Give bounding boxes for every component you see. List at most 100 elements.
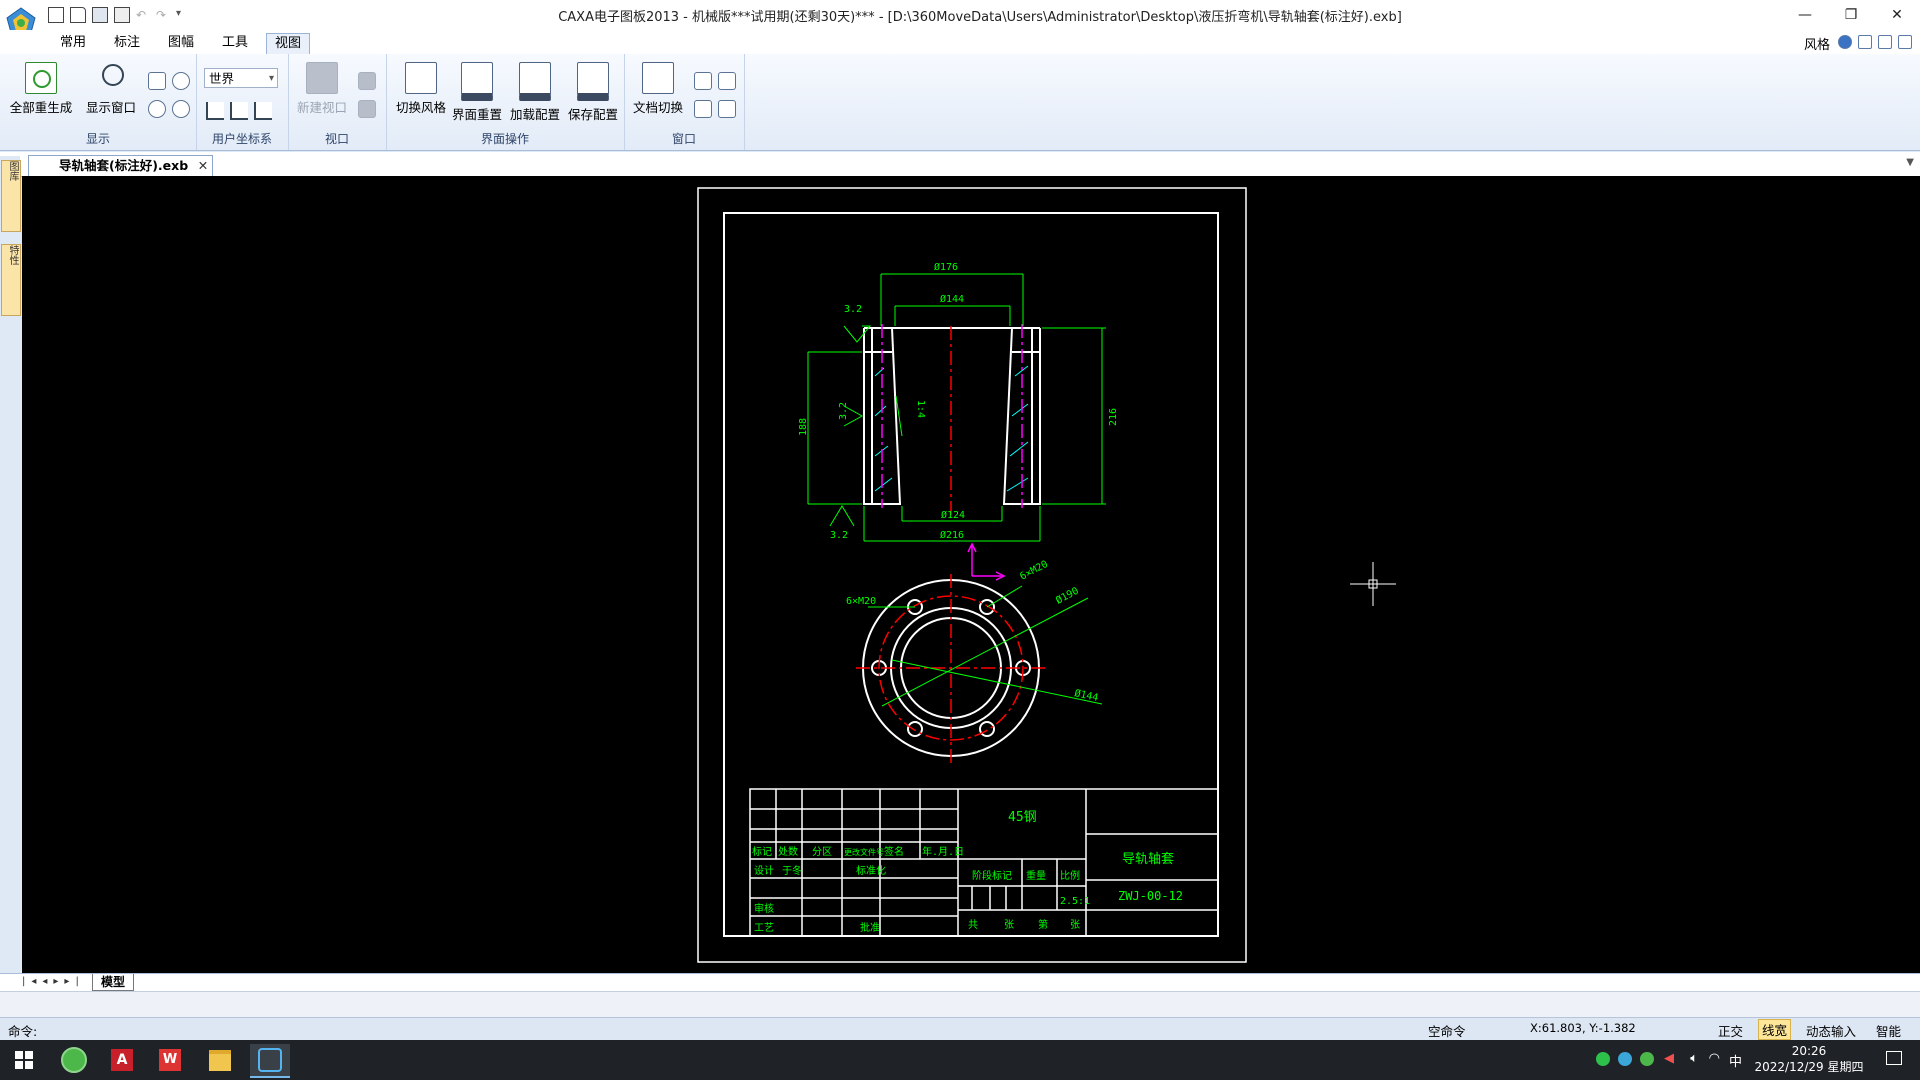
dim-hole-left: 6×M20 <box>846 596 876 607</box>
ucs-select[interactable]: 世界 <box>204 68 278 89</box>
no-command-status: 空命令 <box>1428 1024 1466 1039</box>
file-explorer-icon[interactable] <box>200 1044 240 1076</box>
tab-tools[interactable]: 工具 <box>214 33 256 53</box>
qq-icon[interactable] <box>1618 1052 1632 1066</box>
tb-part-name: 导轨轴套 <box>1122 851 1174 867</box>
ime-indicator[interactable]: 中 <box>1729 1051 1742 1070</box>
windows-start-icon[interactable] <box>4 1044 44 1076</box>
tb-craft: 工艺 <box>754 922 774 934</box>
viewport-group: 新建视口 视口 <box>288 54 387 150</box>
dim-pcd: Ø190 <box>1054 585 1081 607</box>
caxa-taskbar-icon[interactable] <box>250 1044 290 1078</box>
dim-d216: Ø216 <box>940 529 964 541</box>
tab-view[interactable]: 视图 <box>266 33 311 54</box>
tb-review: 审核 <box>754 902 774 915</box>
ucs-manage-icon[interactable] <box>230 102 248 120</box>
viewport-merge-icon[interactable] <box>358 72 376 90</box>
cascade-icon[interactable] <box>694 72 712 90</box>
show-window-button[interactable]: 显示窗口 <box>80 62 142 116</box>
tile-grid-icon[interactable] <box>694 100 712 118</box>
linewidth-toggle[interactable]: 线宽 <box>1758 1019 1792 1040</box>
regen-all-button[interactable]: 全部重生成 <box>6 62 76 116</box>
document-tab-bar: 导轨轴套(标注好).exb ✕ ▼ <box>0 152 1920 177</box>
minimize-button[interactable]: — <box>1782 0 1828 30</box>
volume-icon[interactable]: 🔈︎ <box>1690 1051 1698 1066</box>
style-menu[interactable]: 风格 <box>1804 34 1830 53</box>
ucs-switch-icon[interactable] <box>254 102 272 120</box>
reset-ui-button[interactable]: 界面重置 <box>448 62 506 123</box>
zoom-in-icon[interactable] <box>148 100 166 118</box>
dynamic-input-toggle[interactable]: 动态输入 <box>1806 1021 1856 1040</box>
drawing-canvas[interactable]: Ø176 Ø144 Ø124 Ø216 188 216 3.2 3.2 3.2 … <box>22 176 1920 973</box>
close-document-icon[interactable]: ✕ <box>198 156 208 176</box>
ucs-group-label: 用户坐标系 <box>211 132 272 146</box>
autocad-icon[interactable]: A <box>102 1044 142 1076</box>
tb-design-name: 于冬 <box>782 864 802 877</box>
document-tab[interactable]: 导轨轴套(标注好).exb ✕ <box>28 155 214 176</box>
clock-date: 2022/12/29 星期四 <box>1754 1060 1864 1074</box>
ui-ops-group-label: 界面操作 <box>480 132 529 146</box>
dim-d176: Ø176 <box>934 261 958 273</box>
mute-icon[interactable]: ◀ <box>1664 1051 1674 1066</box>
zoom-icon[interactable] <box>172 72 190 90</box>
command-area[interactable] <box>0 991 1920 1018</box>
browser-icon[interactable] <box>54 1044 94 1076</box>
tb-weight: 重量 <box>1026 869 1046 882</box>
model-tab[interactable]: 模型 <box>92 974 135 991</box>
display-group-label: 显示 <box>85 132 110 146</box>
window-controls: — ❐ ✕ <box>1782 0 1920 30</box>
tab-sheet[interactable]: 图幅 <box>160 33 202 53</box>
tab-annotate[interactable]: 标注 <box>106 33 148 53</box>
tab-list-dropdown-icon[interactable]: ▼ <box>1906 157 1914 168</box>
tb-scale: 2.5:1 <box>1060 896 1090 907</box>
ui-ops-group: 切换风格 界面重置 加载配置 保存配置 界面操作 <box>386 54 625 150</box>
top-centerlines <box>856 574 1046 764</box>
smart-snap-toggle[interactable]: 智能 <box>1876 1021 1901 1040</box>
wechat-icon[interactable] <box>1596 1052 1610 1066</box>
help-icon[interactable] <box>1838 35 1852 49</box>
load-config-button[interactable]: 加载配置 <box>506 62 564 123</box>
ribbon-tab-bar: 常用 标注 图幅 工具 视图 <box>0 30 1920 54</box>
tb-row-date: 年.月.日 <box>922 845 964 858</box>
viewport-lock-icon[interactable] <box>358 100 376 118</box>
sheet-tab-bar: |◂◂▸▸| 模型 <box>0 973 1920 992</box>
show-window-label: 显示窗口 <box>85 100 136 115</box>
doc-switch-label: 文档切换 <box>632 100 683 115</box>
side-tab-properties[interactable]: 特性 <box>1 244 21 316</box>
side-tab-library[interactable]: 图库 <box>1 160 21 232</box>
ucs-new-icon[interactable] <box>206 102 224 120</box>
taskbar: A W ◀ 🔈︎ ◠ 中 20:26 2022/12/29 星期四 <box>0 1040 1920 1080</box>
ribbon-restore-icon[interactable] <box>1878 35 1892 49</box>
dim-roughness-top: 3.2 <box>844 304 862 315</box>
sheet-inner-border <box>723 212 1219 937</box>
save-config-button[interactable]: 保存配置 <box>564 62 622 123</box>
network-icon[interactable]: ◠ <box>1709 1051 1720 1066</box>
sheet-nav-icon[interactable]: |◂◂▸▸| <box>22 976 85 987</box>
tile-vertical-icon[interactable] <box>718 100 736 118</box>
cursor-coordinates: X:61.803, Y:-1.382 <box>1530 1021 1636 1035</box>
tab-common[interactable]: 常用 <box>52 33 94 53</box>
zoom-out-icon[interactable] <box>172 100 190 118</box>
ribbon-minimize-icon[interactable] <box>1858 35 1872 49</box>
tile-horizontal-icon[interactable] <box>718 72 736 90</box>
document-tab-label: 导轨轴套(标注好).exb <box>59 158 189 173</box>
new-viewport-button[interactable]: 新建视口 <box>290 62 354 116</box>
tb-row-count: 处数 <box>778 845 798 858</box>
switch-style-icon <box>405 62 437 94</box>
ribbon-right-controls <box>1838 35 1912 49</box>
tb-sheets-total: 共 <box>968 919 978 931</box>
ortho-toggle[interactable]: 正交 <box>1718 1021 1743 1040</box>
tb-material: 45钢 <box>1008 810 1037 825</box>
doc-switch-button[interactable]: 文档切换 <box>628 62 688 116</box>
pan-icon[interactable] <box>148 72 166 90</box>
maximize-button[interactable]: ❐ <box>1828 0 1874 30</box>
window-title: CAXA电子图板2013 - 机械版***试用期(还剩30天)*** - [D:… <box>558 10 1402 25</box>
close-button[interactable]: ✕ <box>1874 0 1920 30</box>
ribbon-close-icon[interactable] <box>1898 35 1912 49</box>
switch-style-button[interactable]: 切换风格 <box>392 62 450 116</box>
notification-icon[interactable] <box>1886 1051 1902 1065</box>
security-icon[interactable] <box>1640 1052 1654 1066</box>
clock[interactable]: 20:26 2022/12/29 星期四 <box>1754 1043 1864 1075</box>
wps-icon[interactable]: W <box>150 1044 190 1076</box>
viewport-icon <box>306 62 338 94</box>
